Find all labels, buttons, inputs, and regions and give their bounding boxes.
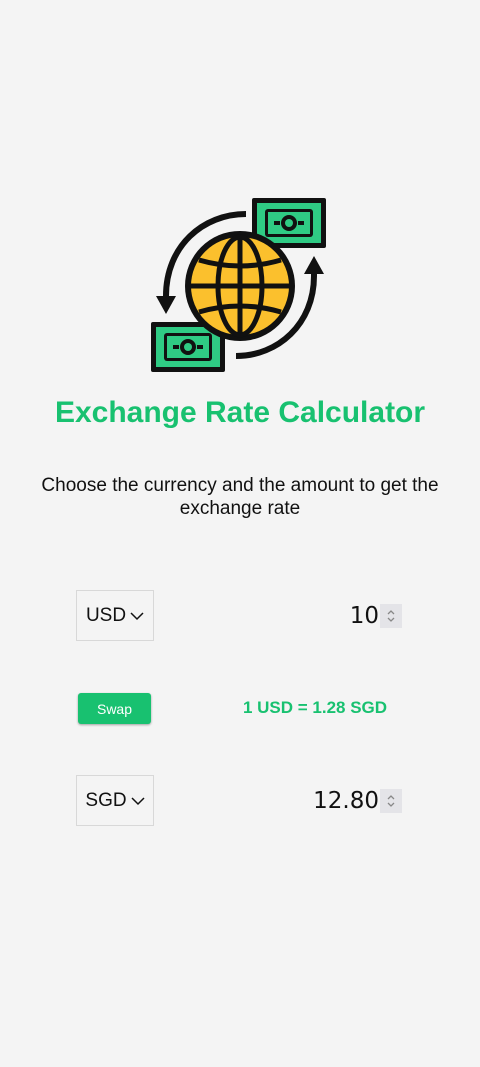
number-spinner[interactable] bbox=[380, 789, 402, 813]
to-amount-input[interactable]: 12.80 bbox=[313, 788, 402, 814]
chevron-down-icon bbox=[131, 796, 145, 805]
spinner-arrows-icon[interactable] bbox=[386, 608, 396, 624]
from-currency-value: USD bbox=[85, 604, 127, 626]
to-currency-select[interactable]: SGD bbox=[76, 775, 154, 826]
to-amount-value[interactable]: 12.80 bbox=[313, 788, 379, 814]
from-amount-input[interactable]: 10 bbox=[350, 603, 402, 629]
from-currency-select[interactable]: USD bbox=[76, 590, 154, 641]
spinner-arrows-icon[interactable] bbox=[386, 793, 396, 809]
number-spinner[interactable] bbox=[380, 604, 402, 628]
from-amount-value[interactable]: 10 bbox=[350, 603, 379, 629]
globe-money-exchange-icon bbox=[151, 198, 326, 372]
page-title: Exchange Rate Calculator bbox=[54, 396, 426, 429]
to-currency-value: SGD bbox=[85, 789, 127, 811]
instructions-text: Choose the currency and the amount to ge… bbox=[41, 475, 439, 519]
swap-button[interactable]: Swap bbox=[78, 693, 151, 724]
exchange-rate-text: 1 USD = 1.28 SGD bbox=[242, 698, 388, 717]
chevron-down-icon bbox=[130, 611, 144, 620]
